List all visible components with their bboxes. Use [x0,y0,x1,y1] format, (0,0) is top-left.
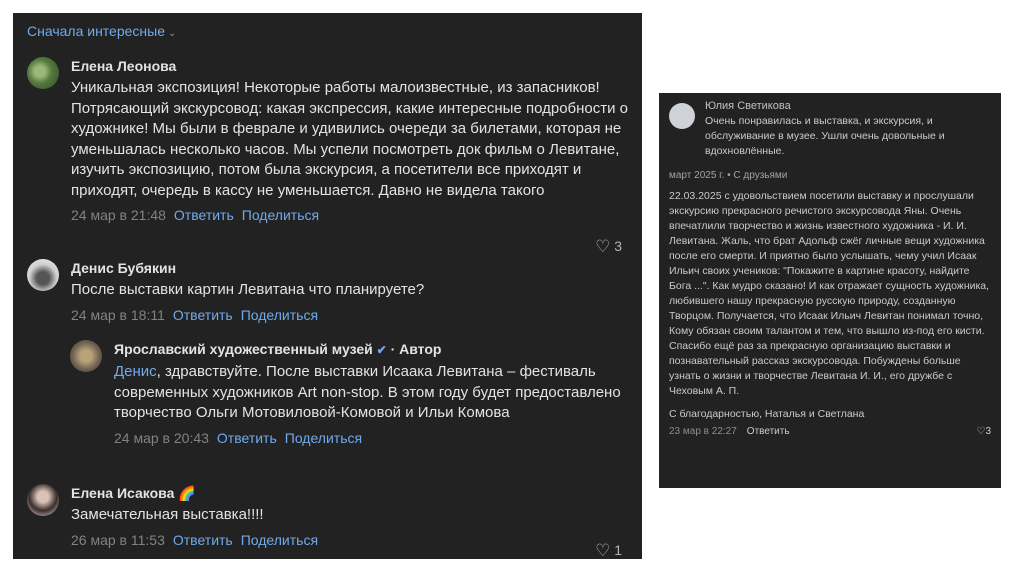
avatar[interactable] [70,340,102,372]
comment-author-line: Елена Исакова 🌈 [71,484,642,502]
avatar[interactable] [669,103,695,129]
share-button[interactable]: Поделиться [241,532,318,548]
review-summary: Очень понравилась и выставка, и экскурси… [705,115,945,157]
chevron-down-icon: ⌄ [168,28,177,39]
sort-dropdown[interactable]: Сначала интересные ⌄ [27,23,176,39]
review-meta: 23 мар в 22:27 Ответить ♡3 [669,426,991,437]
review-panel: Юлия Светикова Очень понравилась и выста… [659,93,1001,488]
review-visit-info: март 2025 г. • С друзьями [669,170,788,181]
review-signature: С благодарностью, Наталья и Светлана [669,408,865,420]
like-count: 3 [614,238,622,254]
comment-author[interactable]: Елена Исакова [71,485,174,501]
avatar[interactable] [27,484,59,516]
comment-text: Денис, здравствуйте. После выставки Исаа… [114,362,634,424]
heart-icon: ♡ [595,541,611,560]
comment-date[interactable]: 24 мар в 21:48 [71,207,166,223]
like-button[interactable]: ♡ 1 [595,541,622,561]
review-author[interactable]: Юлия Светикова [705,100,791,112]
share-button[interactable]: Поделиться [241,307,318,323]
comment-date[interactable]: 26 мар в 11:53 [71,532,165,548]
heart-icon: ♡ [595,237,611,256]
reply-button[interactable]: Ответить [173,532,233,548]
reply-button[interactable]: Ответить [747,426,790,437]
comment-text: Замечательная выставка!!!! [71,506,264,523]
comment-meta: 26 мар в 11:53 Ответить Поделиться [71,531,642,549]
reply-button[interactable]: Ответить [217,430,277,446]
avatar[interactable] [27,259,59,291]
rainbow-emoji-icon: 🌈 [178,485,196,501]
avatar[interactable] [27,57,59,89]
comment-author[interactable]: Ярославский художественный музей [114,341,373,357]
comment-author-line: Ярославский художественный музей ✔ · Авт… [114,340,642,359]
reply-button[interactable]: Ответить [174,207,234,223]
sort-label: Сначала интересные [27,23,165,39]
like-button[interactable]: ♡3 [976,426,991,437]
comment-text: Уникальная экспозиция! Некоторые работы … [71,79,629,199]
comment-author[interactable]: Елена Леонова [71,57,642,75]
comment-author[interactable]: Денис Бубякин [71,259,642,277]
comments-panel: Сначала интересные ⌄ Елена Леонова Уникал… [13,13,642,561]
like-button[interactable]: ♡ 3 [595,237,622,257]
verified-icon: ✔ [376,343,387,357]
author-tag: · Автор [390,341,442,357]
share-button[interactable]: Поделиться [242,207,319,223]
comment-meta: 24 мар в 18:11 Ответить Поделиться [71,306,642,324]
review-date: 23 мар в 22:27 [669,426,737,437]
comment-text: После выставки картин Левитана что плани… [71,281,425,298]
comment-meta: 24 мар в 21:48 Ответить Поделиться [71,206,642,224]
share-button[interactable]: Поделиться [285,430,362,446]
comment-text-body: , здравствуйте. После выставки Исаака Ле… [114,363,621,421]
comment-meta: 24 мар в 20:43 Ответить Поделиться [114,429,642,447]
review-header: Юлия Светикова Очень понравилась и выста… [669,100,991,157]
comment-date[interactable]: 24 мар в 20:43 [114,430,209,446]
like-count: 1 [614,542,622,558]
comment-date[interactable]: 24 мар в 18:11 [71,307,165,323]
reply-button[interactable]: Ответить [173,307,233,323]
like-count: 3 [985,426,991,437]
review-body: 22.03.2025 с удовольствием посетили выст… [669,190,990,397]
mention-link[interactable]: Денис [114,363,157,380]
